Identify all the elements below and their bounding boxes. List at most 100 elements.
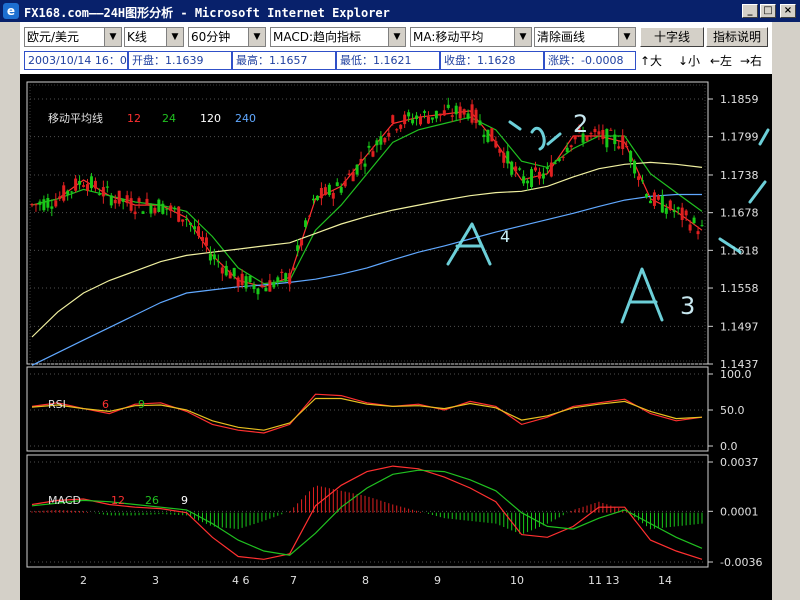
candle-up	[442, 110, 446, 116]
candle-down	[161, 203, 165, 214]
candle-up	[228, 272, 232, 279]
candle-down	[335, 182, 339, 187]
x-tick-label: 4 6	[232, 574, 250, 587]
x-tick-label: 8	[362, 574, 369, 587]
candle-up	[426, 116, 430, 124]
candle-up	[419, 117, 423, 125]
candle-up	[621, 135, 625, 150]
indicator-help-button[interactable]: 指标说明	[706, 27, 768, 47]
y-tick-label: 1.1738	[720, 169, 759, 182]
candle-down	[339, 186, 343, 193]
chart-canvas[interactable]: 1.18591.17991.17381.16781.16181.15581.14…	[20, 74, 772, 600]
candle-up	[403, 114, 407, 125]
candle-up	[438, 113, 442, 116]
candle-up	[268, 280, 272, 292]
candle-down	[252, 284, 256, 290]
candle-down	[173, 207, 177, 210]
candle-up	[494, 141, 498, 148]
candle-up	[383, 137, 387, 143]
pair-select-value: 欧元/美元	[27, 30, 80, 44]
zoom-out-button[interactable]: ↓小	[678, 52, 700, 69]
x-tick-label: 2	[80, 574, 87, 587]
candle-up	[133, 211, 137, 215]
indicator-select[interactable]: MACD:趋向指标 ▼	[270, 27, 406, 47]
crosshair-button[interactable]: 十字线	[640, 27, 704, 47]
x-tick-label: 11 13	[588, 574, 620, 587]
candle-up	[387, 132, 391, 137]
close-button[interactable]: ×	[780, 4, 796, 18]
datetime-field: 2003/10/14 16：00	[24, 51, 128, 70]
candle-down	[296, 245, 300, 251]
chevron-down-icon: ▼	[104, 28, 121, 46]
candle-up	[609, 129, 613, 131]
candle-up	[153, 207, 157, 214]
candle-down	[121, 199, 125, 202]
macd-slow-legend: 26	[145, 494, 159, 507]
candle-down	[482, 134, 486, 138]
chart-type-select[interactable]: K线 ▼	[124, 27, 184, 47]
candle-up	[260, 285, 264, 288]
draw-select[interactable]: 清除画线 ▼	[534, 27, 636, 47]
candle-up	[113, 199, 117, 204]
candle-up	[58, 196, 62, 199]
candle-down	[415, 115, 419, 119]
chart-type-value: K线	[127, 30, 147, 44]
candle-down	[256, 288, 260, 295]
x-tick-label: 14	[658, 574, 672, 587]
candle-down	[157, 199, 161, 212]
candle-up	[86, 184, 90, 191]
candle-up	[74, 178, 78, 191]
zoom-in-button[interactable]: ↑大	[640, 52, 662, 69]
candle-down	[486, 129, 490, 142]
pair-select[interactable]: 欧元/美元 ▼	[24, 27, 122, 47]
candle-down	[327, 184, 331, 196]
y-tick-label: 50.0	[720, 404, 745, 417]
candle-up	[300, 239, 304, 246]
candle-up	[200, 237, 204, 241]
candle-down	[478, 120, 482, 125]
candle-up	[359, 158, 363, 164]
minimize-button[interactable]: _	[742, 4, 758, 18]
macd-label: MACD	[48, 494, 81, 507]
chart-panel: 欧元/美元 ▼ K线 ▼ 60分钟 ▼ MACD:趋向指标 ▼ MA:移动平均 …	[20, 22, 772, 600]
candle-up	[470, 104, 474, 123]
rsi-slow-legend: 9	[138, 398, 145, 411]
candle-up	[347, 173, 351, 175]
scroll-left-button[interactable]: ←左	[710, 52, 732, 69]
chevron-down-icon: ▼	[388, 28, 405, 46]
candle-down	[244, 276, 248, 289]
candle-down	[672, 210, 676, 213]
candle-down	[38, 201, 42, 205]
high-field: 最高：1.1657	[232, 51, 336, 70]
rsi-label: RSI	[48, 398, 66, 411]
candle-down	[212, 254, 216, 260]
draw-value: 清除画线	[537, 30, 586, 44]
candle-up	[593, 129, 597, 133]
chevron-down-icon: ▼	[248, 28, 265, 46]
candle-down	[676, 207, 680, 210]
candle-down	[50, 206, 54, 209]
candle-down	[78, 180, 82, 185]
candle-up	[319, 187, 323, 199]
candle-up	[617, 146, 621, 149]
candle-up	[589, 133, 593, 135]
candle-down	[105, 186, 109, 188]
period-select[interactable]: 60分钟 ▼	[188, 27, 266, 47]
annotation-number-2: 2	[573, 110, 588, 138]
candle-up	[177, 206, 181, 222]
candle-down	[633, 160, 637, 174]
candle-up	[54, 200, 58, 207]
ma120-legend: 120	[200, 112, 221, 125]
candle-up	[137, 198, 141, 203]
candle-down	[522, 176, 526, 184]
overlay-select[interactable]: MA:移动平均 ▼	[410, 27, 532, 47]
scroll-right-button[interactable]: →右	[740, 52, 762, 69]
candle-down	[311, 198, 315, 201]
y-tick-label: 1.1859	[720, 93, 759, 106]
candle-up	[696, 231, 700, 235]
candle-down	[89, 176, 93, 189]
annotation-number-3: 3	[680, 292, 695, 320]
maximize-button[interactable]: □	[760, 4, 776, 18]
candle-down	[541, 173, 545, 179]
candle-down	[644, 194, 648, 198]
